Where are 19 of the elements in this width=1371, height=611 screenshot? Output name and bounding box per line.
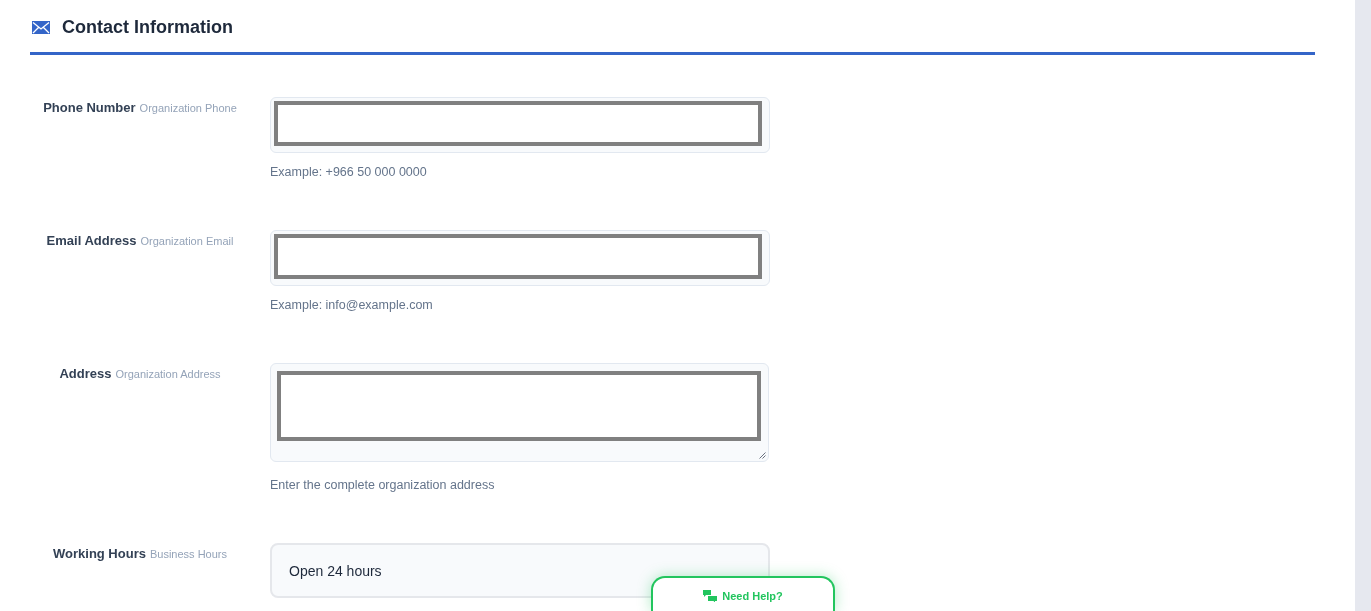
- field-hint: Example: info@example.com: [270, 297, 434, 313]
- field-label: Email Address: [46, 233, 137, 248]
- field-sublabel: Organization Address: [115, 368, 221, 380]
- input-field[interactable]: [270, 230, 770, 286]
- field-sublabel: Organization Phone: [139, 102, 237, 114]
- input-field[interactable]: [270, 97, 770, 153]
- field-hint: Example: +966 50 000 0000: [270, 164, 428, 180]
- field-sublabel: Business Hours: [149, 548, 227, 560]
- field-hint: Enter the complete organization address: [270, 477, 496, 493]
- field-sublabel: Organization Email: [140, 235, 234, 247]
- field-label: Working Hours: [53, 546, 146, 561]
- field-label: Phone Number: [43, 100, 136, 115]
- envelope-icon: [32, 20, 50, 34]
- scrollbar-track[interactable]: [1355, 0, 1371, 611]
- textarea-field[interactable]: [270, 363, 769, 462]
- section-title: Contact Information: [62, 16, 233, 39]
- resize-handle-icon[interactable]: [759, 452, 766, 459]
- field-label: Address: [59, 366, 112, 381]
- chat-bubbles-icon: [703, 590, 718, 602]
